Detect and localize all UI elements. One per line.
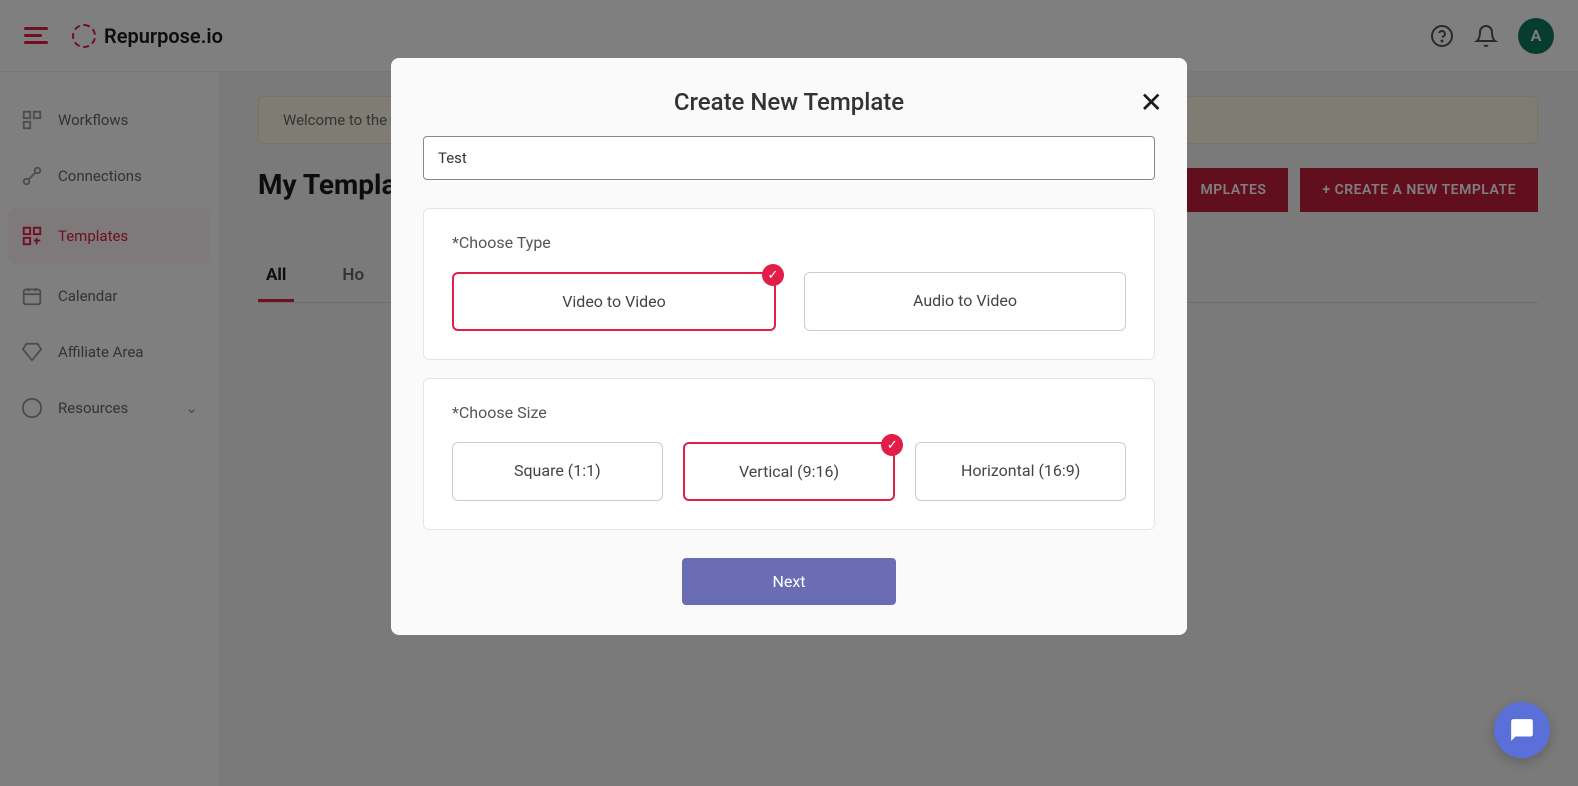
choose-type-section: *Choose Type ✓ Video to Video Audio to V… [423, 208, 1155, 360]
choose-type-label: *Choose Type [452, 233, 1126, 252]
option-label: Horizontal (16:9) [961, 461, 1080, 480]
chat-bubble-icon[interactable] [1494, 702, 1550, 758]
close-icon[interactable]: ✕ [1140, 86, 1163, 119]
modal-title: Create New Template [674, 88, 904, 116]
size-option-square[interactable]: Square (1:1) [452, 442, 663, 501]
check-icon: ✓ [881, 434, 903, 456]
size-option-vertical[interactable]: ✓ Vertical (9:16) [683, 442, 896, 501]
type-option-audio-to-video[interactable]: Audio to Video [804, 272, 1126, 331]
option-label: Square (1:1) [514, 461, 601, 480]
create-template-modal: Create New Template ✕ *Choose Type ✓ Vid… [391, 58, 1187, 635]
size-option-horizontal[interactable]: Horizontal (16:9) [915, 442, 1126, 501]
choose-size-section: *Choose Size Square (1:1) ✓ Vertical (9:… [423, 378, 1155, 530]
template-name-input[interactable] [423, 136, 1155, 180]
check-icon: ✓ [762, 264, 784, 286]
choose-size-label: *Choose Size [452, 403, 1126, 422]
option-label: Audio to Video [913, 291, 1017, 310]
type-option-video-to-video[interactable]: ✓ Video to Video [452, 272, 776, 331]
next-button[interactable]: Next [682, 558, 895, 605]
option-label: Vertical (9:16) [739, 462, 839, 481]
option-label: Video to Video [562, 292, 666, 311]
